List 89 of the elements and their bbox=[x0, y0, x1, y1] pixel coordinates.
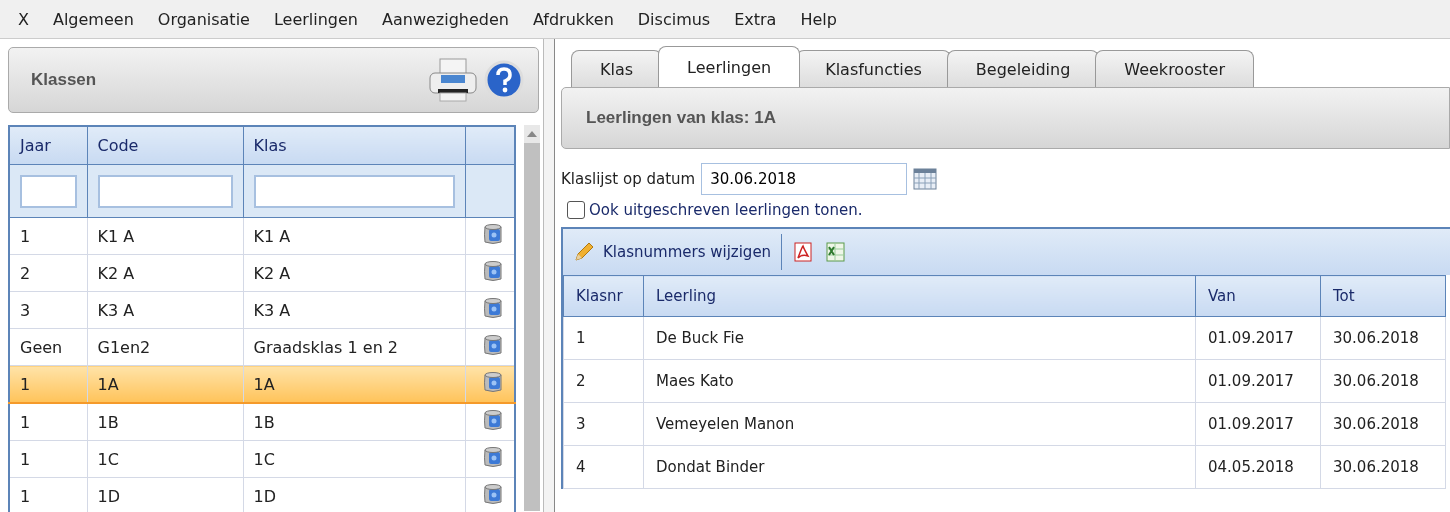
table-cell: Vemeyelen Manon bbox=[643, 402, 1196, 446]
pdf-icon[interactable] bbox=[792, 241, 815, 263]
menu-item[interactable]: Help bbox=[788, 9, 849, 29]
column-header[interactable]: Klas bbox=[243, 126, 465, 165]
table-cell: 1C bbox=[87, 440, 243, 478]
table-cell: K1 A bbox=[243, 217, 465, 255]
tab[interactable]: Leerlingen bbox=[658, 46, 801, 87]
spreadsheet-icon[interactable] bbox=[824, 241, 847, 263]
bucket-icon[interactable] bbox=[482, 409, 504, 431]
bucket-icon[interactable] bbox=[482, 334, 504, 356]
table-cell: 01.09.2017 bbox=[1195, 402, 1321, 446]
table-cell: 1 bbox=[9, 365, 87, 403]
column-header[interactable]: Jaar bbox=[9, 126, 87, 165]
table-cell: Dondat Binder bbox=[643, 445, 1196, 489]
bucket-icon[interactable] bbox=[482, 260, 504, 282]
column-header[interactable]: Leerling bbox=[643, 275, 1196, 317]
table-cell: 1 bbox=[9, 440, 87, 478]
table-row[interactable]: 3 K3 A K3 A bbox=[9, 291, 515, 329]
menu-item[interactable]: X bbox=[6, 9, 41, 29]
filter-field[interactable] bbox=[97, 174, 233, 208]
table-cell: 30.06.2018 bbox=[1320, 316, 1446, 360]
table-row[interactable]: 1 1C 1C bbox=[9, 440, 515, 478]
table-cell: 04.05.2018 bbox=[1195, 445, 1321, 489]
table-cell: 3 bbox=[9, 291, 87, 329]
date-label: Klaslijst op datum bbox=[561, 170, 696, 188]
table-row[interactable]: 1 1D 1D bbox=[9, 477, 515, 512]
column-header[interactable]: Klasnr bbox=[563, 275, 644, 317]
panel-title: Klassen bbox=[31, 70, 98, 90]
table-cell: 30.06.2018 bbox=[1320, 445, 1446, 489]
table-cell: 01.09.2017 bbox=[1195, 359, 1321, 403]
table-cell: 1A bbox=[87, 365, 243, 403]
table-cell: 1 bbox=[563, 316, 644, 360]
table-row[interactable]: 1 1B 1B bbox=[9, 403, 515, 441]
help-icon[interactable] bbox=[484, 60, 524, 100]
table-row[interactable]: 1 1A 1A bbox=[9, 365, 515, 403]
table-cell: 30.06.2018 bbox=[1320, 359, 1446, 403]
menu-item[interactable]: Leerlingen bbox=[261, 9, 370, 29]
table-cell: 01.09.2017 bbox=[1195, 316, 1321, 360]
table-cell: 2 bbox=[563, 359, 644, 403]
table-cell: 2 bbox=[9, 254, 87, 292]
bucket-icon[interactable] bbox=[482, 223, 504, 245]
table-cell: K3 A bbox=[87, 291, 243, 329]
scroll-up-icon[interactable] bbox=[527, 131, 537, 137]
scrollbar[interactable] bbox=[524, 125, 540, 511]
bucket-icon[interactable] bbox=[482, 483, 504, 505]
pencil-icon bbox=[573, 241, 595, 263]
table-cell: 4 bbox=[563, 445, 644, 489]
table-row[interactable]: 1 K1 A K1 A bbox=[9, 217, 515, 255]
filter-field[interactable] bbox=[20, 174, 77, 208]
table-cell: 1 bbox=[9, 217, 87, 255]
checkbox-label[interactable]: Ook uitgeschreven leerlingen tonen. bbox=[589, 201, 863, 219]
table-cell: De Buck Fie bbox=[643, 316, 1196, 360]
table-cell: 1B bbox=[243, 403, 465, 441]
filter-field[interactable] bbox=[253, 174, 455, 208]
tab[interactable]: Weekrooster bbox=[1095, 50, 1254, 87]
menu-item[interactable]: Aanwezigheden bbox=[370, 9, 521, 29]
panel-title: Leerlingen van klas: 1A bbox=[586, 108, 776, 128]
table-cell: K2 A bbox=[87, 254, 243, 292]
column-header[interactable]: Code bbox=[87, 126, 243, 165]
table-cell: Maes Kato bbox=[643, 359, 1196, 403]
table-cell: 1C bbox=[243, 440, 465, 478]
menu-item[interactable]: Extra bbox=[722, 9, 789, 29]
printer-icon[interactable] bbox=[428, 57, 478, 103]
table-cell: K3 A bbox=[243, 291, 465, 329]
checkbox[interactable] bbox=[567, 201, 585, 219]
menu-item[interactable]: Afdrukken bbox=[520, 9, 626, 29]
table-cell: K1 A bbox=[87, 217, 243, 255]
splitter[interactable] bbox=[544, 39, 555, 512]
table-cell: 1B bbox=[87, 403, 243, 441]
calendar-icon[interactable] bbox=[913, 168, 938, 190]
column-header[interactable]: Tot bbox=[1320, 275, 1446, 317]
menu-item[interactable]: Organisatie bbox=[145, 9, 262, 29]
table-cell: 1 bbox=[9, 403, 87, 441]
table-row[interactable]: 2 K2 A K2 A bbox=[9, 254, 515, 292]
column-header[interactable]: Van bbox=[1195, 275, 1321, 317]
menu-item[interactable]: Discimus bbox=[625, 9, 723, 29]
bucket-icon[interactable] bbox=[482, 371, 504, 393]
bucket-icon[interactable] bbox=[482, 446, 504, 468]
table-cell: 1D bbox=[87, 477, 243, 512]
table-cell: 30.06.2018 bbox=[1320, 402, 1446, 446]
table-cell: 1A bbox=[243, 365, 465, 403]
table-cell: 1D bbox=[243, 477, 465, 512]
edit-button[interactable]: Klasnummers wijzigen bbox=[573, 241, 772, 263]
date-field[interactable]: 30.06.2018 bbox=[701, 163, 908, 195]
bucket-icon[interactable] bbox=[482, 297, 504, 319]
table-cell: K2 A bbox=[243, 254, 465, 292]
table-cell: 1 bbox=[9, 477, 87, 512]
table-cell: 3 bbox=[563, 402, 644, 446]
menu-item[interactable]: Algemeen bbox=[40, 9, 146, 29]
